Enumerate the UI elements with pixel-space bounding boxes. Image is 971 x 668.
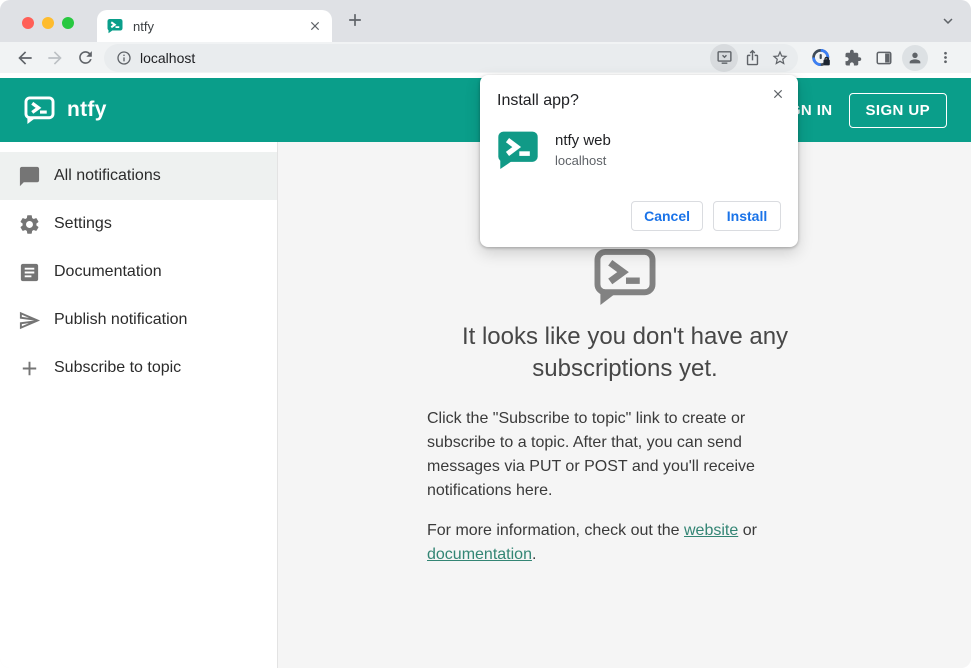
extensions-puzzle-icon[interactable] bbox=[837, 44, 868, 72]
sidebar-item-subscribe-to-topic[interactable]: Subscribe to topic bbox=[0, 344, 277, 392]
dialog-actions: Cancel Install bbox=[631, 201, 781, 231]
sidebar-item-label: Subscribe to topic bbox=[54, 359, 182, 376]
extension-icons bbox=[806, 44, 961, 72]
back-icon[interactable] bbox=[10, 44, 40, 72]
browser-menu-kebab-icon[interactable] bbox=[930, 44, 961, 72]
window-controls bbox=[22, 17, 74, 29]
url-text[interactable]: localhost bbox=[140, 50, 710, 66]
paragraph-text: For more information, check out the bbox=[427, 522, 684, 539]
reload-icon[interactable] bbox=[70, 44, 100, 72]
empty-state-paragraph: Click the "Subscribe to topic" link to c… bbox=[427, 410, 755, 499]
sidebar-item-all-notifications[interactable]: All notifications bbox=[0, 152, 277, 200]
cancel-button[interactable]: Cancel bbox=[631, 201, 703, 231]
install-button[interactable]: Install bbox=[713, 201, 781, 231]
paragraph-text: . bbox=[531, 546, 537, 563]
tab-close-icon[interactable] bbox=[308, 19, 322, 33]
side-panel-icon[interactable] bbox=[868, 44, 899, 72]
dialog-app-row: ntfy web localhost bbox=[497, 130, 781, 170]
sidebar-item-label: Publish notification bbox=[54, 311, 188, 328]
document-icon bbox=[18, 261, 41, 284]
bookmark-star-icon[interactable] bbox=[766, 44, 794, 72]
ntfy-app-icon bbox=[497, 130, 539, 170]
ntfy-favicon-icon bbox=[107, 18, 123, 34]
password-manager-extension-icon[interactable] bbox=[806, 44, 837, 72]
dialog-close-icon[interactable] bbox=[771, 87, 785, 101]
sidebar-item-publish-notification[interactable]: Publish notification bbox=[0, 296, 277, 344]
sidebar-item-settings[interactable]: Settings bbox=[0, 200, 277, 248]
dialog-title: Install app? bbox=[497, 92, 579, 109]
minimize-window-button[interactable] bbox=[42, 17, 54, 29]
paragraph-text: or bbox=[738, 522, 757, 539]
install-app-icon[interactable] bbox=[710, 43, 738, 72]
address-bar[interactable]: localhost bbox=[104, 43, 798, 72]
site-info-icon[interactable] bbox=[116, 50, 132, 66]
browser-tab-ntfy[interactable]: ntfy bbox=[97, 10, 332, 42]
dialog-app-name: ntfy web bbox=[555, 132, 611, 149]
zoom-window-button[interactable] bbox=[62, 17, 74, 29]
website-link[interactable]: website bbox=[684, 522, 738, 539]
tab-title: ntfy bbox=[133, 18, 154, 34]
close-window-button[interactable] bbox=[22, 17, 34, 29]
gear-icon bbox=[18, 213, 41, 236]
tab-search-chevron-icon[interactable] bbox=[939, 12, 957, 30]
sidebar-item-documentation[interactable]: Documentation bbox=[0, 248, 277, 296]
plus-icon bbox=[18, 357, 41, 380]
new-tab-button[interactable] bbox=[345, 10, 365, 30]
app-brand-title: ntfy bbox=[67, 98, 107, 121]
chat-bubble-icon bbox=[18, 165, 41, 188]
sign-up-button[interactable]: SIGN UP bbox=[848, 92, 947, 128]
share-icon[interactable] bbox=[738, 44, 766, 72]
ntfy-logo-large-icon bbox=[594, 248, 656, 306]
profile-avatar[interactable] bbox=[899, 44, 930, 72]
browser-window: ntfy localhost ntfy SIGN IN SIGN UP All … bbox=[0, 0, 971, 668]
empty-state-paragraph-links: For more information, check out the webs… bbox=[427, 519, 775, 567]
browser-toolbar: localhost bbox=[0, 42, 971, 78]
sidebar-item-label: All notifications bbox=[54, 167, 161, 184]
send-icon bbox=[18, 309, 41, 332]
ntfy-logo-icon bbox=[24, 95, 55, 125]
sidebar-item-label: Documentation bbox=[54, 263, 162, 280]
tab-strip: ntfy bbox=[0, 0, 971, 42]
documentation-link[interactable]: documentation bbox=[427, 546, 532, 563]
dialog-app-origin: localhost bbox=[555, 153, 607, 168]
empty-state-heading: It looks like you don't have any subscri… bbox=[461, 323, 789, 382]
sidebar-nav: All notifications Settings Documentation… bbox=[0, 142, 278, 668]
install-app-dialog: Install app? ntfy web localhost Cancel I… bbox=[480, 75, 798, 247]
forward-icon bbox=[40, 44, 70, 72]
sidebar-item-label: Settings bbox=[54, 215, 112, 232]
